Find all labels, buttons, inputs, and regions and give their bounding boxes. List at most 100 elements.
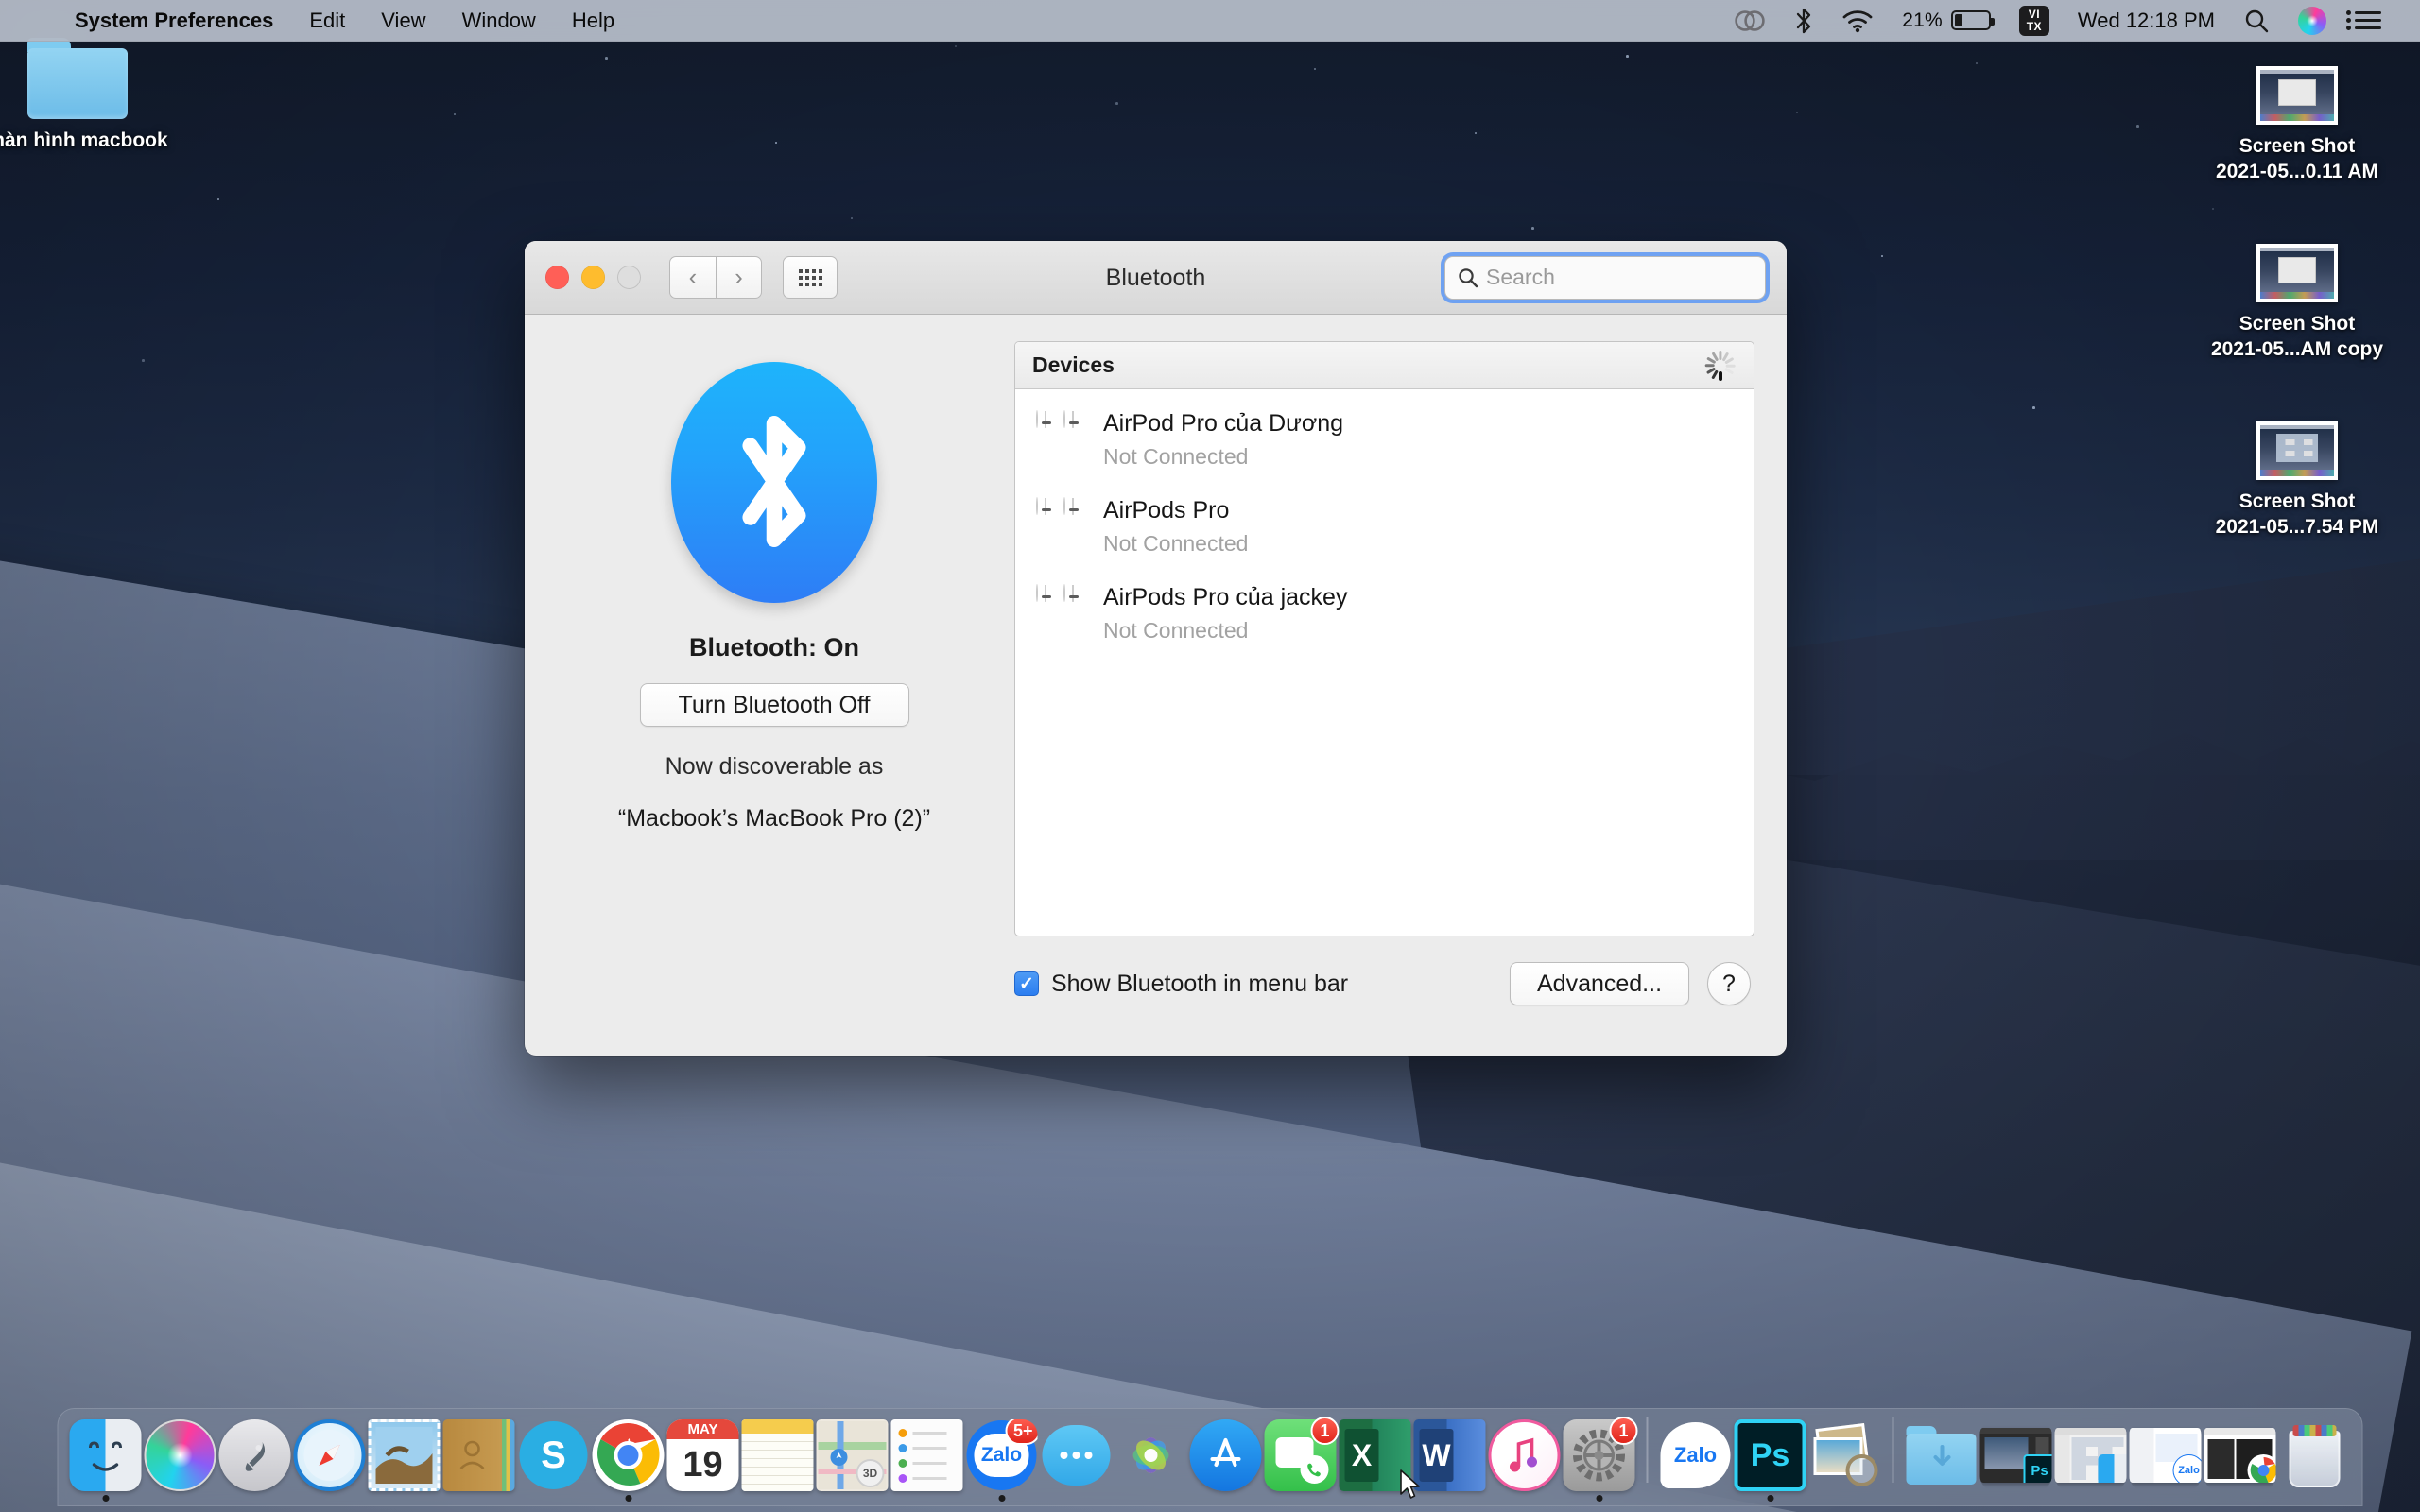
excel-letter: X	[1345, 1429, 1379, 1482]
maps-icon: 3D	[817, 1419, 889, 1491]
discoverable-device-name: “Macbook’s MacBook Pro (2)”	[618, 805, 930, 833]
skype-letter: S	[520, 1421, 588, 1489]
dock-separator	[1647, 1417, 1649, 1483]
dock-item-preview[interactable]	[1809, 1419, 1881, 1502]
dock-item-app-store[interactable]	[1190, 1419, 1262, 1502]
desktop-icon-screenshot-1[interactable]: Screen Shot2021-05...0.11 AM	[2198, 66, 2396, 184]
menu-edit[interactable]: Edit	[291, 0, 363, 42]
desktop-icon-label: Screen Shot2021-05...7.54 PM	[2198, 489, 2396, 540]
trash-icon	[2279, 1419, 2351, 1491]
facetime-icon: 1	[1265, 1419, 1337, 1491]
zalo-icon: Zalo 5+	[966, 1419, 1038, 1491]
notes-icon	[742, 1419, 814, 1491]
dock-minimized-finder[interactable]	[2055, 1419, 2127, 1502]
dock-item-skype[interactable]: S	[518, 1419, 590, 1502]
search-input[interactable]	[1486, 265, 1754, 290]
dock-item-chrome[interactable]	[593, 1419, 665, 1502]
search-icon	[1457, 266, 1479, 289]
menu-window[interactable]: Window	[444, 0, 554, 42]
desktop-icon-label: Screen Shot2021-05...0.11 AM	[2198, 133, 2396, 184]
dock-item-system-preferences[interactable]: 1	[1564, 1419, 1635, 1502]
dock-item-zalo-1[interactable]: Zalo 5+	[966, 1419, 1038, 1502]
screenshot-thumbnail	[2256, 244, 2338, 302]
wifi-icon[interactable]	[1827, 0, 1888, 42]
battery-percent-label: 21%	[1902, 9, 1943, 32]
photoshop-overlay-icon: Ps	[2024, 1454, 2052, 1483]
airpods-icon	[1036, 498, 1085, 555]
close-button[interactable]	[545, 266, 569, 289]
advanced-button[interactable]: Advanced...	[1510, 962, 1689, 1005]
dock-item-photos[interactable]	[1115, 1419, 1187, 1502]
menu-system-preferences[interactable]: System Preferences	[57, 0, 291, 42]
show-all-button[interactable]	[783, 256, 838, 299]
dock-item-trash[interactable]	[2279, 1419, 2351, 1502]
bluetooth-status-pane: Bluetooth: On Turn Bluetooth Off Now dis…	[557, 341, 992, 1056]
dock-item-zalo-2[interactable]: Zalo	[1660, 1419, 1732, 1502]
dock-item-photoshop[interactable]: Ps	[1735, 1419, 1806, 1502]
running-indicator	[102, 1495, 109, 1502]
dock-item-mail[interactable]	[369, 1419, 441, 1502]
minimize-button[interactable]	[581, 266, 605, 289]
dock-item-calendar[interactable]: MAY 19	[667, 1419, 739, 1502]
device-row[interactable]: AirPods Pro của jackey Not Connected	[1015, 569, 1754, 656]
devices-list[interactable]: AirPod Pro của Dương Not Connected AirPo…	[1015, 389, 1754, 936]
dock-item-itunes[interactable]	[1489, 1419, 1561, 1502]
apple-menu[interactable]	[21, 7, 57, 35]
photos-icon	[1115, 1419, 1187, 1491]
input-source-icon[interactable]: VI TX	[2005, 0, 2064, 42]
siri-icon[interactable]	[2284, 0, 2341, 42]
preview-icon	[1809, 1419, 1881, 1491]
dock-item-launchpad[interactable]	[219, 1419, 291, 1502]
battery-status[interactable]: 21%	[1888, 0, 2005, 42]
desktop-icon-screenshot-2[interactable]: Screen Shot2021-05...AM copy	[2198, 244, 2396, 362]
bluetooth-icon[interactable]	[1780, 0, 1827, 42]
minimized-window-thumbnail: Ps	[1980, 1419, 2052, 1491]
device-name: AirPod Pro của Dương	[1103, 410, 1343, 437]
devices-header: Devices	[1015, 342, 1754, 389]
dock-minimized-zalo[interactable]: Zalo	[2130, 1419, 2202, 1502]
dock-item-messages[interactable]	[1041, 1419, 1113, 1502]
search-field[interactable]	[1444, 256, 1766, 300]
dock-item-finder[interactable]	[70, 1419, 142, 1502]
checkbox-checkmark-icon: ✓	[1014, 971, 1039, 996]
menu-help[interactable]: Help	[554, 0, 632, 42]
dock-item-facetime[interactable]: 1	[1265, 1419, 1337, 1502]
maps-3d-label: 3D	[856, 1459, 885, 1487]
back-button[interactable]: ‹	[669, 256, 716, 299]
show-bluetooth-checkbox[interactable]: ✓ Show Bluetooth in menu bar	[1014, 971, 1348, 998]
creative-cloud-icon[interactable]	[1720, 0, 1780, 42]
dock-item-notes[interactable]	[742, 1419, 814, 1502]
desktop-icon-screenshot-3[interactable]: Screen Shot2021-05...7.54 PM	[2198, 421, 2396, 540]
dock-minimized-photoshop[interactable]: Ps	[1980, 1419, 2052, 1502]
system-preferences-icon: 1	[1564, 1419, 1635, 1491]
dock-item-safari[interactable]	[294, 1419, 366, 1502]
devices-header-label: Devices	[1032, 352, 1115, 378]
menu-view[interactable]: View	[363, 0, 443, 42]
help-button[interactable]: ?	[1707, 962, 1751, 1005]
forward-button[interactable]: ›	[716, 256, 762, 299]
finder-icon	[70, 1419, 142, 1491]
spotlight-search-icon[interactable]	[2229, 0, 2284, 42]
dock-item-maps[interactable]: 3D	[817, 1419, 889, 1502]
dock-minimized-chrome[interactable]	[2204, 1419, 2276, 1502]
turn-bluetooth-off-button[interactable]: Turn Bluetooth Off	[640, 683, 909, 727]
reminders-icon	[891, 1419, 963, 1491]
screenshot-thumbnail	[2256, 421, 2338, 480]
checkbox-label: Show Bluetooth in menu bar	[1051, 971, 1348, 998]
device-row[interactable]: AirPods Pro Not Connected	[1015, 482, 1754, 569]
zalo-overlay-icon: Zalo	[2173, 1454, 2202, 1483]
dock-item-contacts[interactable]	[443, 1419, 515, 1502]
word-icon: W	[1414, 1419, 1486, 1491]
bluetooth-preferences-window: ‹ › Bluetooth	[525, 241, 1787, 1056]
photoshop-icon: Ps	[1735, 1419, 1806, 1491]
dock-item-reminders[interactable]	[891, 1419, 963, 1502]
control-center-icon[interactable]	[2341, 0, 2395, 42]
device-status: Not Connected	[1103, 618, 1347, 644]
dock-item-siri[interactable]	[145, 1419, 216, 1502]
device-row[interactable]: AirPod Pro của Dương Not Connected	[1015, 395, 1754, 482]
desktop-icon-folder[interactable]: màn hình macbook	[0, 38, 177, 153]
skype-icon: S	[518, 1419, 590, 1491]
clock[interactable]: Wed 12:18 PM	[2064, 0, 2229, 42]
dock-item-word[interactable]: W	[1414, 1419, 1486, 1502]
dock-item-downloads[interactable]	[1906, 1419, 1978, 1502]
